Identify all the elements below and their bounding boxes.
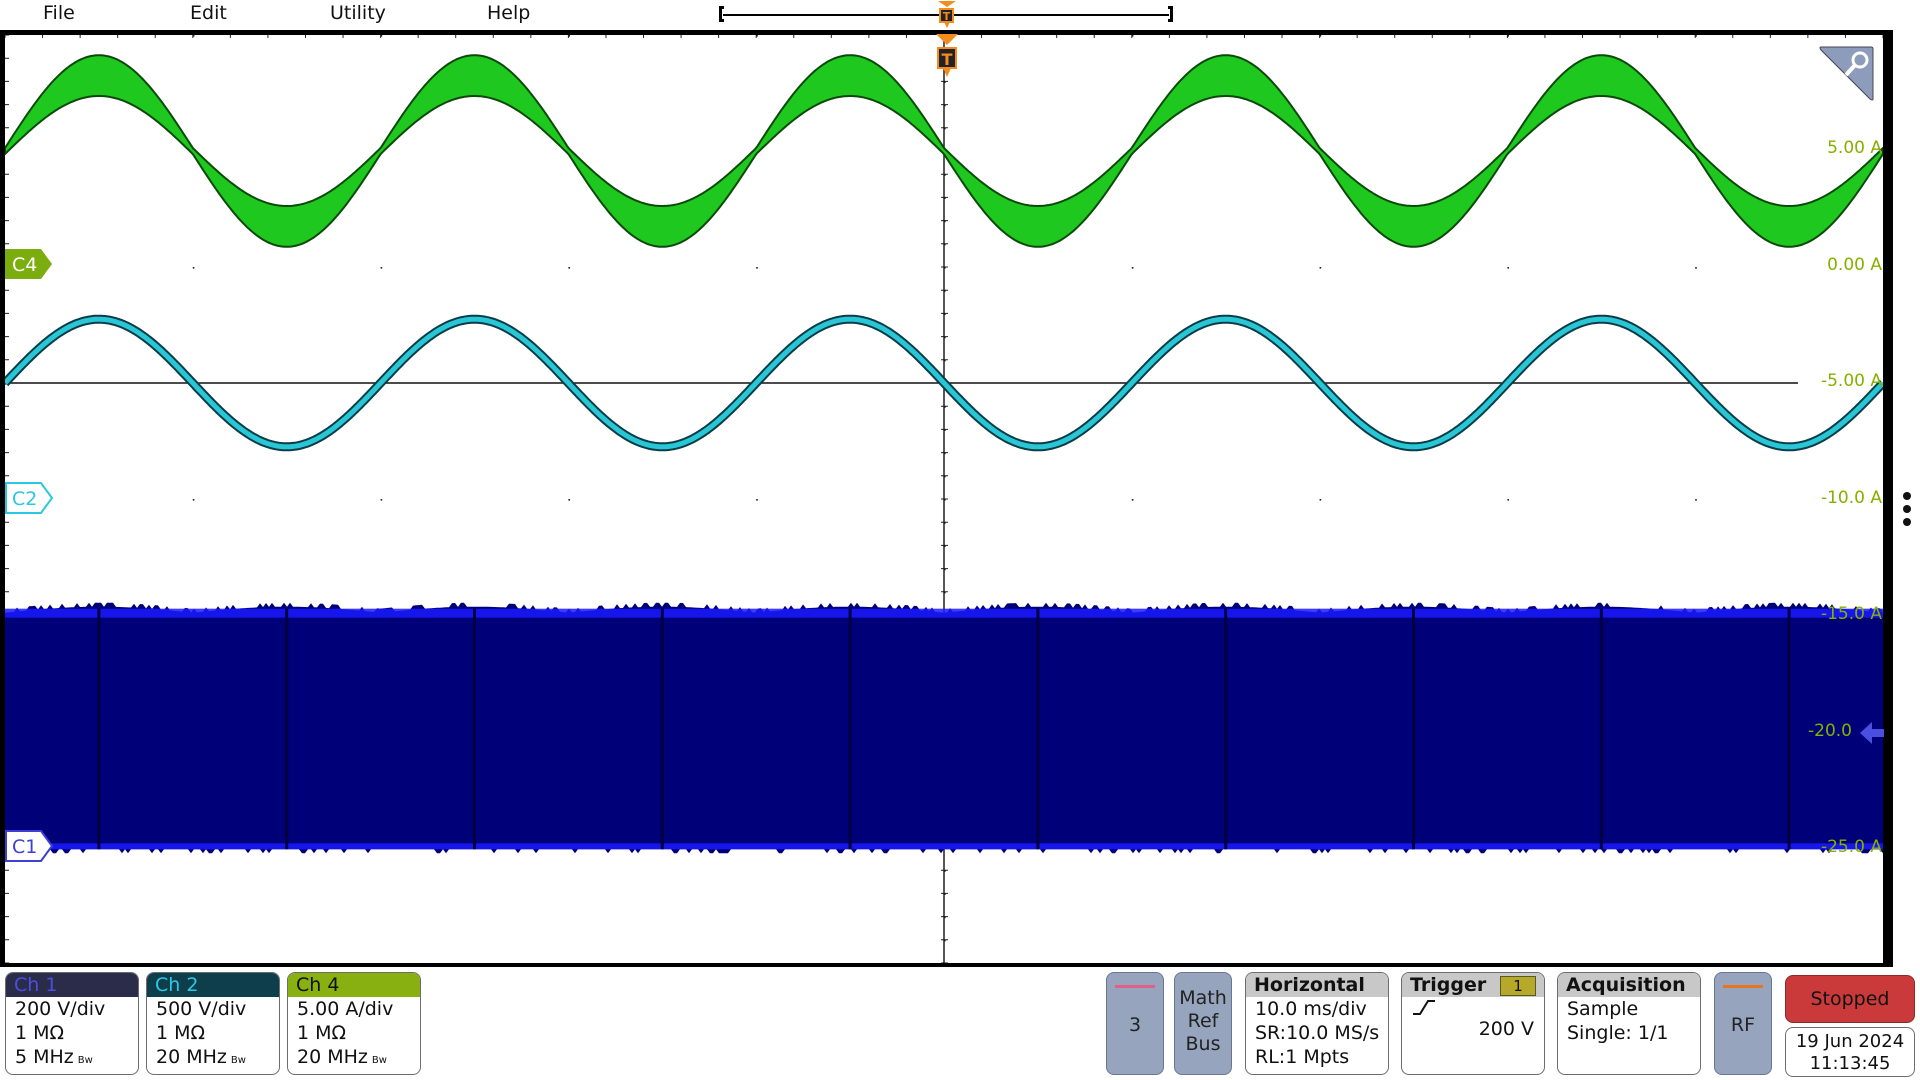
ch2-bandwidth: 20 MHz [156, 1046, 227, 1068]
acquisition-title: Acquisition [1558, 973, 1700, 997]
c1-handle[interactable]: C1 [5, 830, 55, 862]
menu-file[interactable]: File [43, 2, 75, 24]
y-tick-label: -5.00 A [1820, 371, 1882, 391]
ch4-badge[interactable]: Ch 4 5.00 A/div 1 MΩ 20 MHz Bw [287, 972, 421, 1075]
ch1-badge-title: Ch 1 [6, 973, 138, 997]
menu-bar: File Edit Utility Help T [0, 0, 1920, 30]
c1-period-gap [848, 608, 852, 850]
ref-label: Ref [1187, 1010, 1219, 1032]
math-label: Math [1179, 987, 1227, 1009]
waveform-plot[interactable] [5, 35, 1883, 963]
ch4-bandwidth: 20 MHz [297, 1046, 368, 1068]
trigger-level-row: 200 V [1402, 997, 1544, 1040]
rf-button-label: RF [1730, 1014, 1756, 1036]
y-tick-label: -15.0 A [1820, 604, 1882, 624]
y-tick-label: -10.0 A [1820, 488, 1882, 508]
trigger-source-badge: 1 [1500, 976, 1536, 996]
rf-button[interactable]: RF [1714, 972, 1772, 1075]
y-tick-label: -25.0 A [1820, 837, 1882, 857]
c1-period-gap [285, 608, 289, 850]
vertical-ellipsis-icon[interactable] [1900, 490, 1914, 530]
c1-period-gap [1599, 608, 1603, 850]
menu-edit[interactable]: Edit [190, 2, 227, 24]
c1-period-gap [1412, 608, 1415, 850]
trigger-title-row: Trigger 1 [1402, 973, 1544, 997]
acquisition-badge[interactable]: Acquisition Sample Single: 1/1 [1557, 972, 1701, 1075]
ch2-badge-title: Ch 2 [147, 973, 279, 997]
bandwidth-limit-icon: Bw [371, 1055, 387, 1066]
trigger-title: Trigger [1410, 974, 1487, 996]
ch2-impedance: 1 MΩ [156, 1022, 206, 1044]
ch1-bandwidth: 5 MHz [15, 1046, 74, 1068]
c1-period-gap [473, 608, 476, 850]
ch3-button[interactable]: 3 [1106, 972, 1164, 1075]
trigger-small-label: T [943, 10, 951, 23]
ch1-bandwidth-row: 5 MHz Bw [6, 1045, 138, 1073]
date: 19 Jun 2024 [1795, 1031, 1905, 1052]
c1-period-gap [97, 608, 101, 850]
ch1-badge[interactable]: Ch 1 200 V/div 1 MΩ 5 MHz Bw [5, 972, 139, 1075]
acquisition-mode: Sample [1567, 998, 1639, 1020]
bus-label: Bus [1185, 1033, 1221, 1055]
c1-period-gap [1224, 608, 1228, 850]
c4-handle[interactable]: C4 [5, 248, 55, 280]
record-length: RL:1 Mpts [1255, 1046, 1350, 1068]
ch2-badge[interactable]: Ch 2 500 V/div 1 MΩ 20 MHz Bw [146, 972, 280, 1075]
ch1-impedance: 1 MΩ [15, 1022, 65, 1044]
ch3-color-bar [1115, 985, 1155, 988]
rising-edge-icon [1413, 1000, 1435, 1015]
c1-period-gap [1036, 608, 1040, 850]
bandwidth-limit-icon: Bw [77, 1055, 93, 1066]
acquisition-count: Single: 1/1 [1567, 1022, 1669, 1044]
zoom-magnifier-icon[interactable] [1818, 44, 1876, 102]
sample-rate: SR:10.0 MS/s [1255, 1022, 1380, 1044]
c2-handle[interactable]: C2 [5, 482, 55, 514]
ch4-impedance: 1 MΩ [297, 1022, 347, 1044]
ch1-offset-arrow-icon[interactable] [1858, 719, 1886, 747]
right-side-strip [1893, 30, 1920, 967]
rf-color-bar [1723, 985, 1763, 988]
bandwidth-limit-icon: Bw [230, 1055, 246, 1066]
math-ref-bus-button[interactable]: Math Ref Bus [1174, 972, 1232, 1075]
c2-handle-label: C2 [12, 488, 37, 510]
menu-help[interactable]: Help [487, 2, 530, 24]
ch2-bandwidth-row: 20 MHz Bw [147, 1045, 279, 1073]
trigger-marker-label: T [942, 50, 953, 69]
y-tick-label: 0.00 A [1827, 255, 1882, 275]
trigger-position-marker-icon[interactable]: T [935, 33, 959, 81]
ch1-scale: 200 V/div [15, 998, 106, 1020]
horizontal-badge[interactable]: Horizontal 10.0 ms/div SR:10.0 MS/s RL:1… [1245, 972, 1389, 1075]
y-tick-label: -20.0 [1808, 721, 1852, 741]
c1-handle-label: C1 [12, 836, 37, 858]
ch4-scale: 5.00 A/div [297, 998, 394, 1020]
ch4-bandwidth-row: 20 MHz Bw [288, 1045, 420, 1073]
ch4-badge-title: Ch 4 [288, 973, 420, 997]
ch3-button-label: 3 [1128, 1014, 1142, 1036]
run-stop-status-button[interactable]: Stopped [1785, 975, 1915, 1023]
time: 11:13:45 [1809, 1053, 1891, 1074]
ch2-scale: 500 V/div [156, 998, 247, 1020]
trigger-level: 200 V [1478, 1018, 1534, 1040]
date-time-display[interactable]: 19 Jun 2024 11:13:45 [1785, 1027, 1915, 1077]
c1-period-gap [660, 608, 664, 850]
c4-handle-label: C4 [12, 254, 37, 276]
y-tick-label: 5.00 A [1827, 138, 1882, 158]
trigger-position-small-icon[interactable]: T [937, 0, 957, 30]
horizontal-title: Horizontal [1246, 973, 1388, 997]
trigger-badge[interactable]: Trigger 1 200 V [1401, 972, 1545, 1075]
record-bracket-right [1168, 6, 1173, 22]
horizontal-scale: 10.0 ms/div [1255, 998, 1367, 1020]
menu-utility[interactable]: Utility [330, 2, 386, 24]
settings-bar: Ch 1 200 V/div 1 MΩ 5 MHz Bw Ch 2 500 V/d… [0, 967, 1920, 1080]
waveform-svg [5, 35, 1883, 963]
